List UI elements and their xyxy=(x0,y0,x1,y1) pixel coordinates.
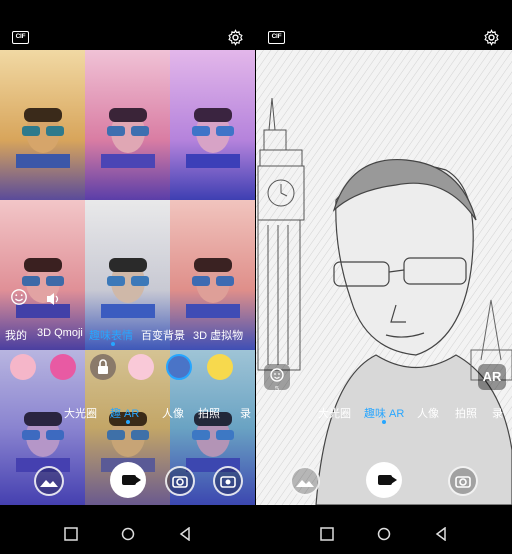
switch-camera-button[interactable] xyxy=(448,466,478,496)
gallery-button[interactable] xyxy=(290,466,320,496)
mode-fun-ar[interactable]: 趣 AR xyxy=(110,405,139,421)
tab-background[interactable]: 百变背景 xyxy=(141,327,185,343)
cat-sticker[interactable] xyxy=(10,354,36,380)
video-camera-icon xyxy=(122,475,141,485)
duck-sticker[interactable] xyxy=(207,354,233,380)
beauty-button[interactable]: 5 xyxy=(264,364,290,393)
sticker-carousel xyxy=(0,352,256,384)
heart-sticker[interactable] xyxy=(128,354,154,380)
beauty-level: 5 xyxy=(275,386,279,393)
effect-category-tabs: 我的 3D Qmoji 趣味表情 百变背景 3D 虚拟物 xyxy=(0,324,256,344)
face-detect-icon[interactable] xyxy=(10,288,28,306)
square-recent-icon[interactable] xyxy=(64,527,78,541)
square-recent-icon[interactable] xyxy=(320,527,334,541)
gear-icon[interactable] xyxy=(483,29,500,46)
face-preview xyxy=(100,108,155,168)
circle-home-icon[interactable] xyxy=(377,527,391,541)
bunny-sticker[interactable] xyxy=(50,354,76,380)
active-mode-indicator xyxy=(126,420,130,424)
circle-home-icon[interactable] xyxy=(121,527,135,541)
filter-grid xyxy=(0,50,256,505)
mode-portrait[interactable]: 人像 xyxy=(162,405,184,421)
flip-camera-icon xyxy=(220,476,236,488)
mode-portrait[interactable]: 人像 xyxy=(417,405,439,421)
mode-record[interactable]: 录 xyxy=(240,405,251,421)
flip-camera-button[interactable] xyxy=(213,466,243,496)
triangle-back-icon[interactable] xyxy=(178,527,192,541)
tab-3d-virtual[interactable]: 3D 虚拟物 xyxy=(193,327,243,343)
gallery-icon xyxy=(40,480,58,487)
speaker-icon[interactable] xyxy=(46,292,62,306)
tab-3d-qmoji[interactable]: 3D Qmoji xyxy=(37,327,83,339)
system-nav-bar xyxy=(256,520,512,554)
cif-toggle[interactable]: CIF xyxy=(12,31,29,44)
pencil-sketch-preview xyxy=(256,50,512,505)
cif-toggle[interactable]: CIF xyxy=(268,31,285,44)
right-camera-screen: CIF 5 AR 大光圈 趣味 AR 人像 拍照 录 xyxy=(256,0,512,554)
mode-photo[interactable]: 拍照 xyxy=(455,405,477,421)
filter-cell-pink[interactable] xyxy=(85,50,170,200)
gallery-button[interactable] xyxy=(34,466,64,496)
system-nav-bar xyxy=(0,520,256,554)
filter-cell-warm[interactable] xyxy=(0,50,85,200)
camera-icon xyxy=(172,476,188,488)
mode-fun-ar[interactable]: 趣味 AR xyxy=(364,405,404,421)
mode-large-aperture[interactable]: 大光圈 xyxy=(318,405,351,421)
sketch-scene xyxy=(256,50,512,505)
left-camera-screen: CIF 我的 3D Qmoji 趣味表情 百变背景 3D 虚拟物 大光圈 趣 A… xyxy=(0,0,256,554)
filter-cell-violet[interactable] xyxy=(170,50,255,200)
mode-large-aperture[interactable]: 大光圈 xyxy=(64,405,97,421)
face-preview xyxy=(100,258,155,318)
active-mode-indicator xyxy=(382,420,386,424)
record-button[interactable] xyxy=(110,462,146,498)
lock-icon xyxy=(98,359,108,374)
record-button[interactable] xyxy=(366,462,402,498)
active-tab-indicator xyxy=(111,342,115,346)
camera-mode-bar: 大光圈 趣味 AR 人像 拍照 录 xyxy=(256,402,512,422)
mode-record[interactable]: 录 xyxy=(492,405,503,421)
face-preview xyxy=(185,258,240,318)
face-preview xyxy=(15,108,70,168)
top-bar: CIF xyxy=(256,26,512,50)
mode-photo[interactable]: 拍照 xyxy=(198,405,220,421)
gear-icon[interactable] xyxy=(227,29,244,46)
ar-badge[interactable]: AR xyxy=(478,364,506,390)
camera-icon xyxy=(455,476,471,488)
tab-fun-expressions[interactable]: 趣味表情 xyxy=(89,327,133,343)
switch-camera-button[interactable] xyxy=(165,466,195,496)
tab-mine[interactable]: 我的 xyxy=(5,327,27,343)
video-camera-icon xyxy=(378,475,397,485)
face-preview xyxy=(15,258,70,318)
gallery-icon xyxy=(296,480,314,487)
lock-sticker[interactable] xyxy=(90,354,116,380)
camera-mode-bar: 大光圈 趣 AR 人像 拍照 录 xyxy=(0,402,256,422)
top-bar: CIF xyxy=(0,26,256,50)
sunglasses-sticker[interactable] xyxy=(166,354,192,380)
triangle-back-icon[interactable] xyxy=(434,527,448,541)
face-preview xyxy=(185,108,240,168)
